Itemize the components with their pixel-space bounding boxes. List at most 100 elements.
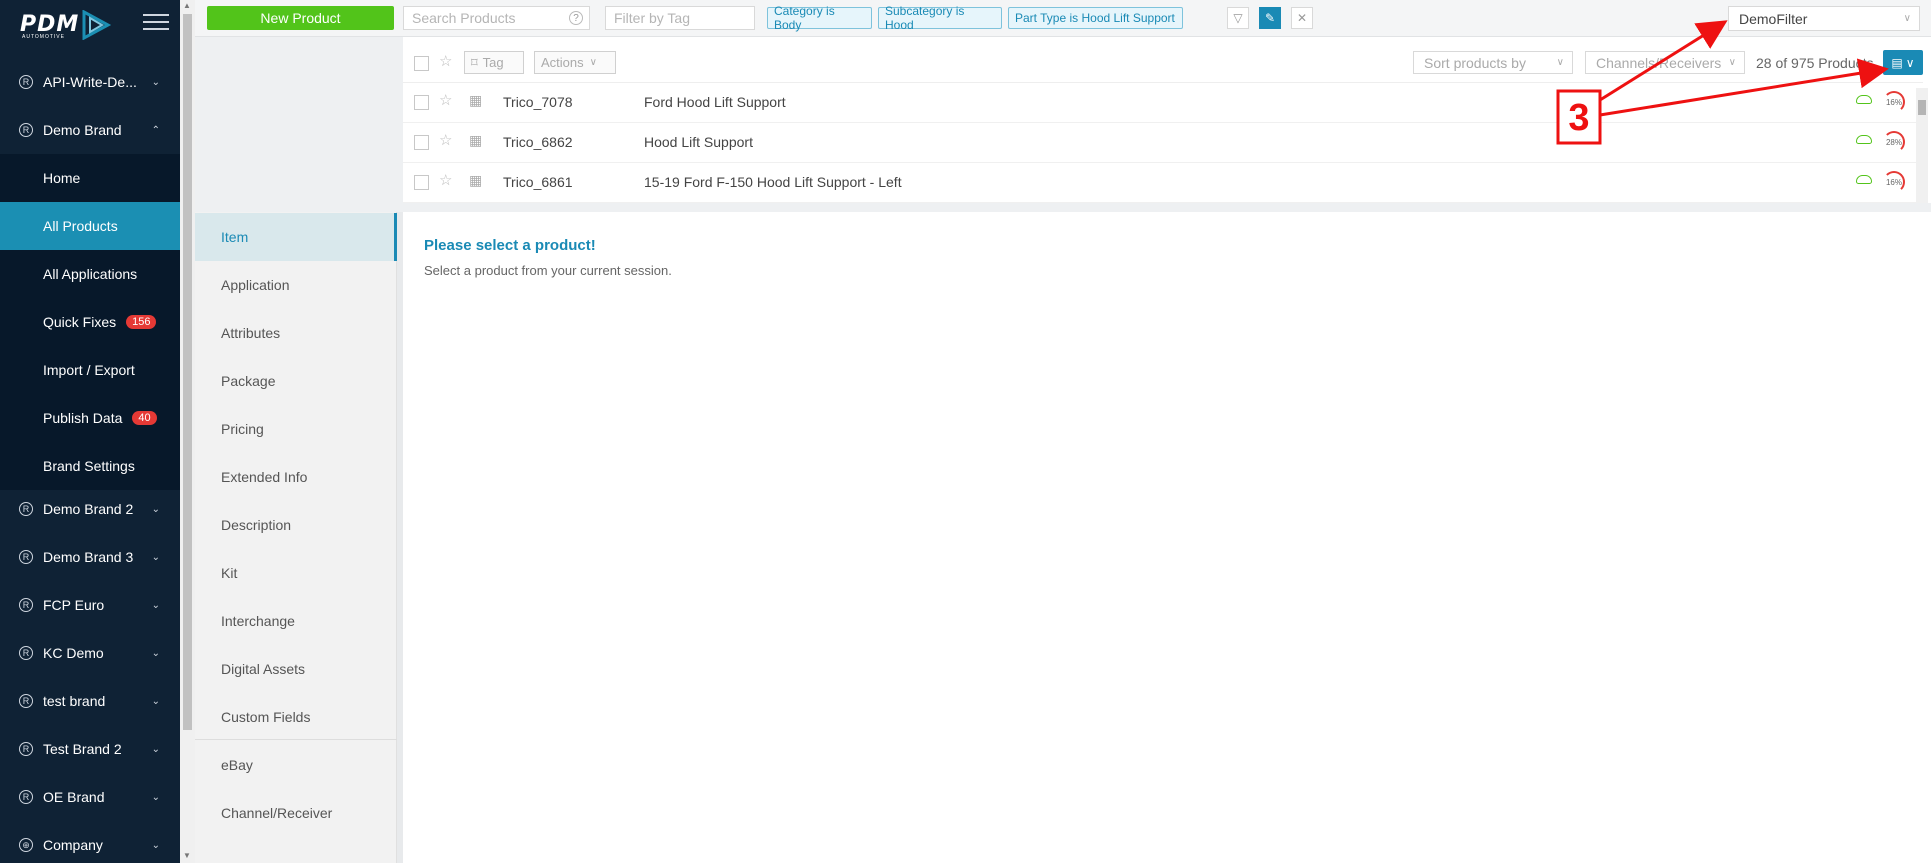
panel-divider[interactable] [195,203,1931,212]
row-checkbox[interactable] [414,135,429,150]
chevron-down-icon: ⌄ [151,743,160,755]
tab-interchange[interactable]: Interchange [195,597,397,645]
image-placeholder-icon: ▦ [469,132,483,148]
logo-subtext: AUTOMOTIVE [22,34,65,40]
saved-filter-value: DemoFilter [1739,10,1808,27]
sidebar-item-fcp-euro[interactable]: R FCP Euro ⌄ [0,581,180,629]
tag-button-label: Tag [482,55,504,70]
star-icon[interactable]: ☆ [439,91,452,109]
product-name: Hood Lift Support [644,134,753,150]
sidebar-item-kc-demo[interactable]: R KC Demo ⌄ [0,629,180,677]
completeness-indicator: 16% [1883,91,1905,113]
sidebar-item-test-brand[interactable]: Rtest brand ⌄ [0,677,180,725]
scroll-up-icon[interactable]: ▲ [183,1,191,10]
sidebar-item-api-write-de[interactable]: R API-Write-De... ⌄ [0,58,180,106]
actions-button[interactable]: Actions ∨ [534,51,616,74]
list-view-icon: ▤ [1891,55,1903,70]
empty-state-body: Select a product from your current sessi… [424,263,672,278]
star-icon[interactable]: ☆ [439,171,452,189]
product-name: Ford Hood Lift Support [644,94,786,110]
search-placeholder: Search Products [412,10,516,26]
tab-attributes[interactable]: Attributes [195,309,397,357]
collapse-menu-icon[interactable] [143,14,169,36]
product-list-scrollbar[interactable] [1916,88,1928,203]
scrollbar-thumb[interactable] [1918,100,1926,115]
sidebar-item-company[interactable]: ⊕ Company ⌄ [0,821,180,863]
tab-package[interactable]: Package [195,357,397,405]
star-icon[interactable]: ☆ [439,131,452,149]
filter-by-tag-input[interactable]: Filter by Tag [605,6,755,30]
tab-extended-info[interactable]: Extended Info [195,453,397,501]
sidebar-item-demo-brand[interactable]: R Demo Brand ⌃ [0,106,180,154]
tab-application[interactable]: Application [195,261,397,309]
new-product-button[interactable]: New Product [207,6,394,30]
tab-channel-receiver[interactable]: Channel/Receiver [195,789,397,837]
count-badge: 156 [126,315,157,329]
product-list-panel: ☆ ⌑ Tag Actions ∨ Sort products by ∨ Cha… [403,43,1931,203]
sort-products-select[interactable]: Sort products by ∨ [1413,51,1573,74]
table-row[interactable]: ☆ ▦ Trico_7078 Ford Hood Lift Support 16% [403,83,1923,123]
chevron-down-icon: ∨ [589,57,597,68]
tab-item[interactable]: Item [195,213,397,261]
edit-filter-icon[interactable]: ✎ [1259,7,1281,29]
select-all-checkbox[interactable] [414,56,429,71]
sidebar-item-label: OE Brand [43,789,105,805]
saved-filter-select[interactable]: DemoFilter ∨ [1728,6,1920,31]
sidebar-scrollbar[interactable]: ▲ ▼ [180,0,195,863]
sidebar-item-quick-fixes[interactable]: Quick Fixes 156 [0,298,180,346]
tab-ebay[interactable]: eBay [195,741,397,789]
sidebar-item-demo-brand-3[interactable]: R Demo Brand 3 ⌄ [0,533,180,581]
chevron-down-icon: ⌄ [151,839,160,851]
product-name: 15-19 Ford F-150 Hood Lift Support - Lef… [644,174,902,190]
scroll-down-icon[interactable]: ▼ [183,851,191,860]
sidebar-item-demo-brand-2[interactable]: R Demo Brand 2 ⌄ [0,485,180,533]
sidebar-item-test-brand-2[interactable]: R Test Brand 2 ⌄ [0,725,180,773]
filter-tag-subcategory[interactable]: Subcategory is Hood [878,4,1002,32]
tag-button[interactable]: ⌑ Tag [464,51,524,74]
star-icon[interactable]: ☆ [439,52,452,70]
sidebar-item-label: Demo Brand 2 [43,501,134,517]
chevron-down-icon: ⌄ [151,695,160,707]
sidebar-item-brand-settings[interactable]: Brand Settings [0,442,180,490]
sidebar-item-all-applications[interactable]: All Applications [0,250,180,298]
table-row[interactable]: ☆ ▦ Trico_6862 Hood Lift Support 28% [403,123,1923,163]
registered-icon: R [19,502,33,516]
filter-tag-part-type[interactable]: Part Type is Hood Lift Support [1008,7,1183,29]
tab-pricing[interactable]: Pricing [195,405,397,453]
filter-funnel-icon[interactable]: ▽ [1227,7,1249,29]
top-toolbar: New Product Search Products ? Filter by … [195,0,1931,37]
image-placeholder-icon: ▦ [469,92,483,108]
table-row[interactable]: ☆ ▦ Trico_6861 15-19 Ford F-150 Hood Lift S… [403,163,1923,203]
channels-select[interactable]: Channels/Receivers ∨ [1585,51,1745,74]
sidebar-item-label: Publish Data [43,410,123,426]
row-checkbox[interactable] [414,95,429,110]
filter-tag-category[interactable]: Category is Body [767,4,872,32]
tab-description[interactable]: Description [195,501,397,549]
chevron-down-icon: ⌄ [151,791,160,803]
tag-placeholder: Filter by Tag [614,10,690,26]
chevron-down-icon: ∨ [1728,57,1736,68]
clear-filter-icon[interactable]: ✕ [1291,7,1313,29]
tab-custom-fields[interactable]: Custom Fields [195,693,397,741]
left-gap-panel [195,37,403,203]
sidebar-item-publish-data[interactable]: Publish Data 40 [0,394,180,442]
tab-digital-assets[interactable]: Digital Assets [195,645,397,693]
registered-icon: R [19,123,33,137]
view-mode-button[interactable]: ▤ ∨ [1883,50,1923,75]
scrollbar-thumb[interactable] [183,14,192,730]
completeness-indicator: 16% [1883,171,1905,193]
help-icon[interactable]: ? [569,11,583,25]
sidebar-item-all-products[interactable]: All Products [0,202,180,250]
chevron-up-icon: ⌃ [151,124,160,136]
completeness-indicator: 28% [1883,131,1905,153]
search-products-input[interactable]: Search Products ? [403,6,590,30]
product-code: Trico_6861 [503,174,573,190]
row-checkbox[interactable] [414,175,429,190]
sidebar-item-home[interactable]: Home [0,154,180,202]
sidebar-item-oe-brand[interactable]: R OE Brand ⌄ [0,773,180,821]
tab-kit[interactable]: Kit [195,549,397,597]
sidebar-item-import-export[interactable]: Import / Export [0,346,180,394]
sidebar-item-label: test brand [43,693,106,709]
tag-icon: ⌑ [471,54,478,70]
chevron-down-icon: ⌄ [151,503,160,515]
